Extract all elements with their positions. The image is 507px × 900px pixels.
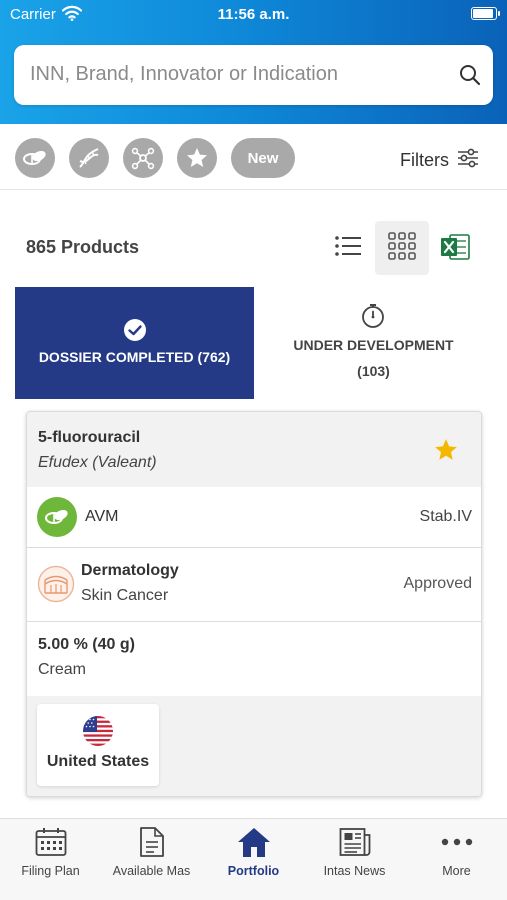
tab-portfolio[interactable]: Portfolio	[203, 819, 304, 900]
tab-dossier-completed[interactable]: DOSSIER COMPLETED (762)	[15, 287, 254, 399]
clock: 11:56 a.m.	[217, 6, 290, 23]
sliders-icon	[457, 148, 479, 173]
grid-view-button[interactable]	[375, 221, 429, 275]
search-placeholder: INN, Brand, Innovator or Indication	[30, 63, 338, 85]
tab-filing-plan[interactable]: Filing Plan	[0, 819, 101, 900]
search-bar[interactable]: INN, Brand, Innovator or Indication	[14, 45, 493, 105]
tab-label: Intas News	[323, 864, 386, 878]
tab-under-development-count: (103)	[357, 363, 390, 379]
product-name: 5-fluorouracil	[38, 429, 141, 446]
status-bar: Carrier 11:56 a.m.	[0, 0, 507, 30]
tab-under-development[interactable]: UNDER DEVELOPMENT (103)	[254, 287, 493, 399]
company-name: AVM	[85, 508, 119, 525]
tab-label: Available Mas	[112, 864, 191, 878]
excel-export-icon[interactable]	[440, 232, 470, 267]
check-circle-icon	[123, 318, 147, 347]
tab-more[interactable]: More	[406, 819, 507, 900]
country-name: United States	[46, 753, 150, 770]
molecule-icon[interactable]	[123, 138, 163, 178]
pill-icon[interactable]	[15, 138, 55, 178]
company-pill-icon	[37, 497, 77, 537]
country-row: United States	[27, 696, 481, 796]
dna-icon[interactable]	[69, 138, 109, 178]
new-filter-button[interactable]: New	[231, 138, 295, 178]
tab-dossier-completed-label: DOSSIER COMPLETED (762)	[38, 349, 231, 365]
app-header: Carrier 11:56 a.m. INN, Brand, Innovator…	[0, 0, 507, 124]
company-row: AVM Stab.IV	[27, 487, 481, 548]
document-icon	[134, 825, 170, 859]
search-icon[interactable]	[459, 64, 481, 91]
grid-view-icon	[388, 231, 416, 265]
home-icon	[236, 825, 272, 859]
star-icon[interactable]	[177, 138, 217, 178]
tab-intas-news[interactable]: Intas News	[304, 819, 405, 900]
dosage-row: 5.00 % (40 g) Cream	[27, 622, 481, 696]
therapeutic-area: Dermatology	[81, 562, 179, 579]
product-card-header: 5-fluorouracil Efudex (Valeant)	[27, 412, 481, 487]
newspaper-icon	[337, 825, 373, 859]
tab-label: More	[442, 864, 471, 878]
approval-status: Approved	[403, 575, 473, 592]
quick-filter-bar: New Filters	[0, 124, 507, 190]
product-strength: 5.00 % (40 g)	[38, 636, 135, 653]
product-count: 865 Products	[26, 237, 140, 257]
dosage-form: Cream	[38, 661, 87, 678]
stability-label: Stab.IV	[419, 508, 472, 525]
stopwatch-icon	[361, 303, 385, 334]
bottom-tab-bar: Filing Plan Available Mas Portfolio Inta…	[0, 818, 507, 900]
indication: Skin Cancer	[81, 587, 169, 604]
therapeutic-row: Dermatology Skin Cancer Approved	[27, 548, 481, 622]
dermatology-icon	[37, 565, 75, 608]
more-dots-icon	[439, 825, 475, 859]
tab-under-development-label: UNDER DEVELOPMENT	[293, 337, 454, 353]
filters-button[interactable]: Filters	[400, 148, 479, 173]
favorite-star-icon[interactable]	[433, 437, 459, 468]
tab-label: Portfolio	[227, 864, 280, 878]
country-chip[interactable]: United States	[37, 704, 159, 786]
calendar-icon	[33, 825, 69, 859]
product-brand: Efudex (Valeant)	[38, 454, 157, 471]
filters-label: Filters	[400, 150, 449, 170]
tab-label: Filing Plan	[21, 864, 80, 878]
product-card[interactable]: 5-fluorouracil Efudex (Valeant) AVM Stab…	[26, 411, 482, 797]
battery-icon	[471, 7, 500, 20]
us-flag-icon	[83, 716, 113, 751]
list-view-icon[interactable]	[334, 234, 362, 263]
tab-available-mas[interactable]: Available Mas	[101, 819, 202, 900]
